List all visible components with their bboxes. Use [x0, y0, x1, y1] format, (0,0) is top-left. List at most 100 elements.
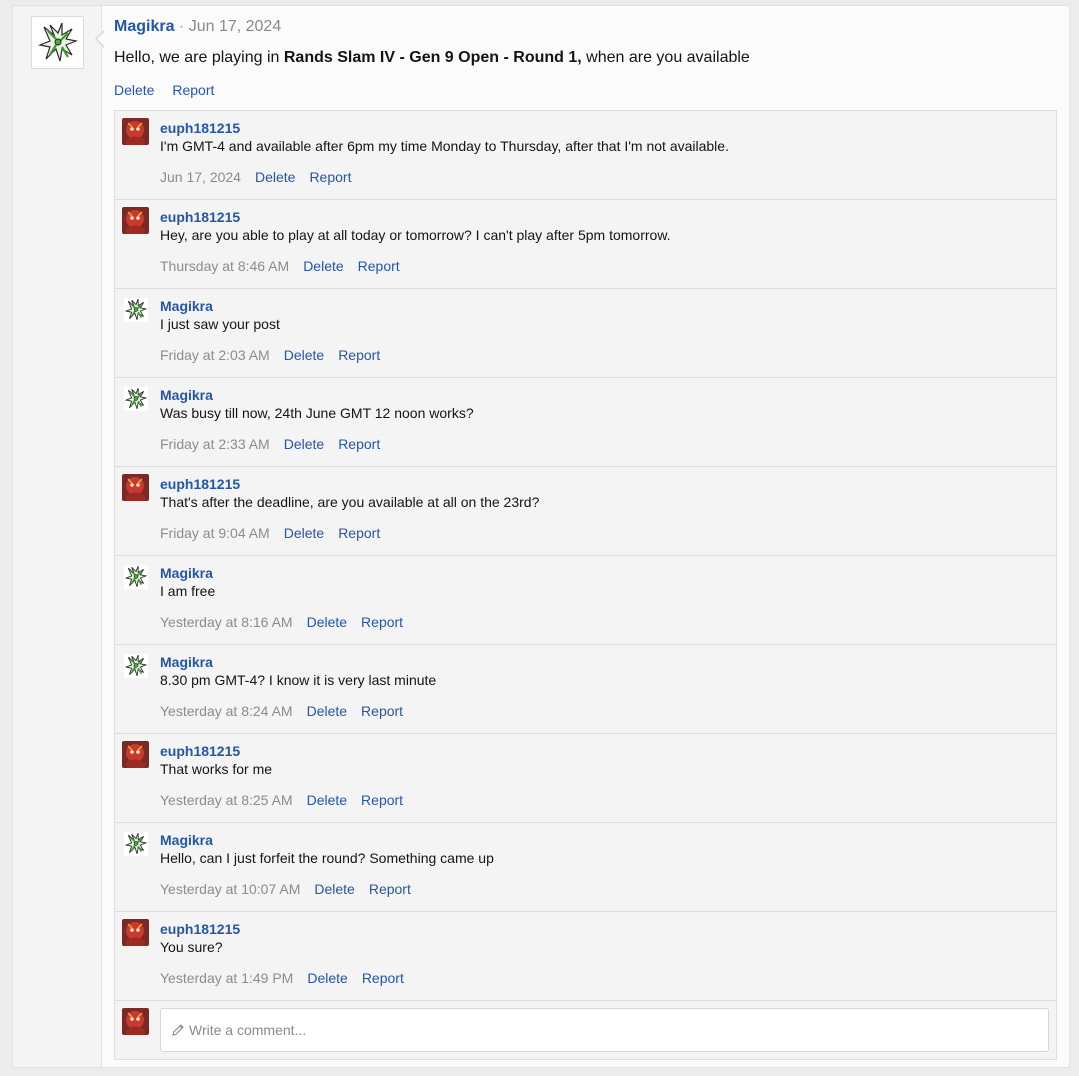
avatar-column	[13, 6, 102, 1067]
commenter-username-link[interactable]: Magikra	[160, 298, 1048, 314]
comment-delete-link[interactable]: Delete	[284, 525, 324, 541]
green-creature-avatar-icon	[123, 386, 148, 411]
comment-item: Magikra I just saw your post Friday at 2…	[115, 289, 1056, 378]
commenter-username-link[interactable]: euph181215	[160, 743, 1048, 759]
post-actions: Delete Report	[114, 82, 228, 98]
commenter-avatar[interactable]	[122, 741, 149, 768]
comment-meta: Yesterday at 8:24 AM Delete Report	[160, 703, 417, 719]
comment-text: Hey, are you able to play at all today o…	[160, 227, 671, 243]
comment-delete-link[interactable]: Delete	[307, 970, 347, 986]
comment-timestamp[interactable]: Yesterday at 8:16 AM	[160, 614, 293, 630]
comment-delete-link[interactable]: Delete	[255, 169, 295, 185]
post-author-link[interactable]: Magikra	[114, 18, 174, 35]
comment-timestamp[interactable]: Yesterday at 8:24 AM	[160, 703, 293, 719]
comment-meta: Yesterday at 10:07 AM Delete Report	[160, 881, 425, 897]
comment-report-link[interactable]: Report	[338, 525, 380, 541]
red-creature-avatar-icon	[122, 207, 149, 234]
commenter-avatar[interactable]	[122, 652, 149, 679]
comment-meta: Jun 17, 2024 Delete Report	[160, 169, 365, 185]
post-body-prefix: Hello, we are playing in	[114, 49, 284, 66]
commenter-avatar[interactable]	[122, 830, 149, 857]
profile-post-card: Magikra · Jun 17, 2024 Hello, we are pla…	[12, 5, 1070, 1068]
comment-report-link[interactable]: Report	[309, 169, 351, 185]
comment-item: euph181215 Hey, are you able to play at …	[115, 200, 1056, 289]
post-date[interactable]: Jun 17, 2024	[189, 18, 282, 35]
post-report-link[interactable]: Report	[172, 82, 214, 98]
comment-item: Magikra I am free Yesterday at 8:16 AM De…	[115, 556, 1056, 645]
comment-meta: Thursday at 8:46 AM Delete Report	[160, 258, 414, 274]
comment-meta: Yesterday at 8:16 AM Delete Report	[160, 614, 417, 630]
commenter-username-link[interactable]: euph181215	[160, 476, 1048, 492]
comment-text: You sure?	[160, 939, 223, 955]
comment-delete-link[interactable]: Delete	[307, 614, 347, 630]
commenter-avatar[interactable]	[122, 296, 149, 323]
post-body-bold: Rands Slam IV - Gen 9 Open - Round 1,	[283, 49, 582, 66]
comment-text: I am free	[160, 583, 216, 599]
comment-meta: Friday at 2:03 AM Delete Report	[160, 347, 394, 363]
comment-delete-link[interactable]: Delete	[314, 881, 354, 897]
comment-delete-link[interactable]: Delete	[284, 347, 324, 363]
comment-text: That works for me	[160, 761, 273, 777]
commenter-username-link[interactable]: euph181215	[160, 120, 1048, 136]
comment-list: euph181215 I'm GMT-4 and available after…	[114, 110, 1057, 1060]
comment-input[interactable]	[189, 1022, 1048, 1038]
comment-report-link[interactable]: Report	[358, 258, 400, 274]
commenter-username-link[interactable]: Magikra	[160, 387, 1048, 403]
comment-delete-link[interactable]: Delete	[307, 703, 347, 719]
comment-timestamp[interactable]: Yesterday at 1:49 PM	[160, 970, 293, 986]
commenter-avatar[interactable]	[122, 207, 149, 234]
comment-timestamp[interactable]: Friday at 2:03 AM	[160, 347, 270, 363]
commenter-avatar[interactable]	[122, 118, 149, 145]
comment-timestamp[interactable]: Friday at 2:33 AM	[160, 436, 270, 452]
comment-delete-link[interactable]: Delete	[284, 436, 324, 452]
comment-report-link[interactable]: Report	[361, 703, 403, 719]
red-creature-avatar-icon	[122, 474, 149, 501]
red-creature-avatar-icon	[122, 741, 149, 768]
comment-text: Hello, can I just forfeit the round? Som…	[160, 850, 494, 866]
commenter-avatar[interactable]	[122, 919, 149, 946]
comment-meta: Yesterday at 8:25 AM Delete Report	[160, 792, 417, 808]
comment-text: Was busy till now, 24th June GMT 12 noon…	[160, 405, 474, 421]
comment-report-link[interactable]: Report	[369, 881, 411, 897]
commenter-username-link[interactable]: Magikra	[160, 565, 1048, 581]
comment-timestamp[interactable]: Jun 17, 2024	[160, 169, 241, 185]
comment-timestamp[interactable]: Yesterday at 8:25 AM	[160, 792, 293, 808]
green-creature-avatar-icon	[37, 22, 78, 61]
comment-meta: Yesterday at 1:49 PM Delete Report	[160, 970, 418, 986]
author-avatar[interactable]	[31, 16, 84, 69]
comment-report-link[interactable]: Report	[361, 792, 403, 808]
comment-item: euph181215 That works for me Yesterday a…	[115, 734, 1056, 823]
commenter-username-link[interactable]: euph181215	[160, 921, 1048, 937]
pencil-icon	[171, 1023, 185, 1037]
comment-text: I'm GMT-4 and available after 6pm my tim…	[160, 138, 729, 154]
comment-item: Magikra Was busy till now, 24th June GMT…	[115, 378, 1056, 467]
comment-timestamp[interactable]: Friday at 9:04 AM	[160, 525, 270, 541]
comment-timestamp[interactable]: Thursday at 8:46 AM	[160, 258, 289, 274]
commenter-avatar[interactable]	[122, 563, 149, 590]
commenter-username-link[interactable]: euph181215	[160, 209, 1048, 225]
post-delete-link[interactable]: Delete	[114, 82, 154, 98]
post-separator: ·	[178, 18, 185, 35]
commenter-username-link[interactable]: Magikra	[160, 832, 1048, 848]
green-creature-avatar-icon	[123, 564, 148, 589]
commenter-avatar[interactable]	[122, 385, 149, 412]
comment-timestamp[interactable]: Yesterday at 10:07 AM	[160, 881, 300, 897]
comment-report-link[interactable]: Report	[361, 614, 403, 630]
commenter-avatar[interactable]	[122, 474, 149, 501]
comment-report-link[interactable]: Report	[338, 347, 380, 363]
commenter-username-link[interactable]: Magikra	[160, 654, 1048, 670]
red-creature-avatar-icon	[122, 1008, 149, 1035]
comment-item: euph181215 That's after the deadline, ar…	[115, 467, 1056, 556]
comment-delete-link[interactable]: Delete	[303, 258, 343, 274]
red-creature-avatar-icon	[122, 118, 149, 145]
green-creature-avatar-icon	[123, 653, 148, 678]
comment-report-link[interactable]: Report	[338, 436, 380, 452]
comment-meta: Friday at 2:33 AM Delete Report	[160, 436, 394, 452]
post-header: Magikra · Jun 17, 2024	[114, 18, 281, 36]
comment-item: Magikra 8.30 pm GMT-4? I know it is very…	[115, 645, 1056, 734]
comment-report-link[interactable]: Report	[362, 970, 404, 986]
comment-delete-link[interactable]: Delete	[307, 792, 347, 808]
comment-item: Magikra Hello, can I just forfeit the ro…	[115, 823, 1056, 912]
post-body-suffix: when are you available	[581, 49, 750, 66]
comment-input-box[interactable]	[160, 1008, 1049, 1052]
